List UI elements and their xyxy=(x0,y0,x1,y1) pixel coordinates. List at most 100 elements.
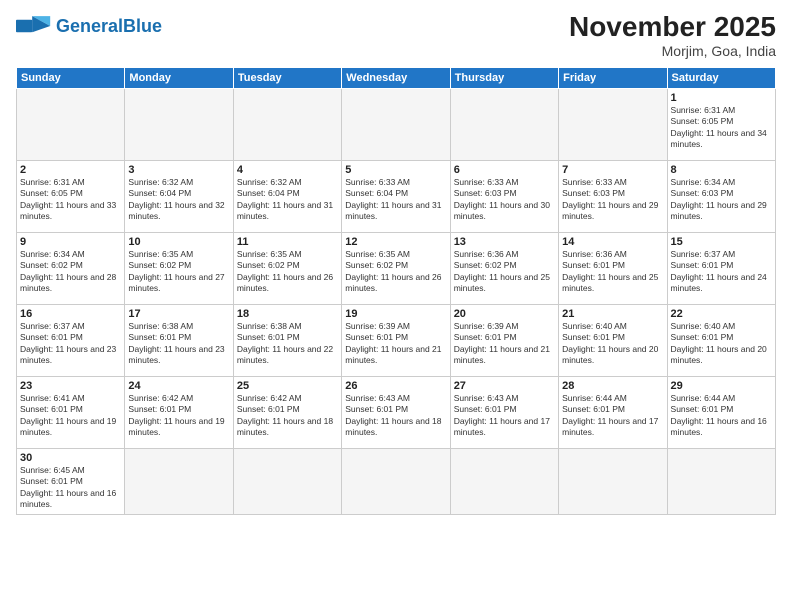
weekday-header-monday: Monday xyxy=(125,67,233,88)
day-number: 12 xyxy=(345,236,446,248)
day-cell: 23Sunrise: 6:41 AM Sunset: 6:01 PM Dayli… xyxy=(17,376,125,448)
day-cell: 9Sunrise: 6:34 AM Sunset: 6:02 PM Daylig… xyxy=(17,232,125,304)
week-row-3: 16Sunrise: 6:37 AM Sunset: 6:01 PM Dayli… xyxy=(17,304,776,376)
day-cell: 19Sunrise: 6:39 AM Sunset: 6:01 PM Dayli… xyxy=(342,304,450,376)
day-cell xyxy=(559,448,667,514)
day-cell: 8Sunrise: 6:34 AM Sunset: 6:03 PM Daylig… xyxy=(667,160,775,232)
day-info: Sunrise: 6:35 AM Sunset: 6:02 PM Dayligh… xyxy=(345,249,446,295)
weekday-header-thursday: Thursday xyxy=(450,67,558,88)
day-number: 2 xyxy=(20,164,121,176)
day-cell xyxy=(342,448,450,514)
day-info: Sunrise: 6:41 AM Sunset: 6:01 PM Dayligh… xyxy=(20,393,121,439)
day-cell: 25Sunrise: 6:42 AM Sunset: 6:01 PM Dayli… xyxy=(233,376,341,448)
day-cell xyxy=(233,448,341,514)
day-number: 3 xyxy=(128,164,229,176)
day-number: 28 xyxy=(562,380,663,392)
header: GeneralBlue November 2025 Morjim, Goa, I… xyxy=(16,12,776,59)
day-cell xyxy=(450,448,558,514)
day-cell: 1Sunrise: 6:31 AM Sunset: 6:05 PM Daylig… xyxy=(667,88,775,160)
day-info: Sunrise: 6:37 AM Sunset: 6:01 PM Dayligh… xyxy=(671,249,772,295)
page: GeneralBlue November 2025 Morjim, Goa, I… xyxy=(0,0,792,612)
day-number: 19 xyxy=(345,308,446,320)
day-info: Sunrise: 6:37 AM Sunset: 6:01 PM Dayligh… xyxy=(20,321,121,367)
day-info: Sunrise: 6:32 AM Sunset: 6:04 PM Dayligh… xyxy=(237,177,338,223)
day-cell xyxy=(342,88,450,160)
weekday-header-friday: Friday xyxy=(559,67,667,88)
day-cell xyxy=(17,88,125,160)
day-number: 16 xyxy=(20,308,121,320)
logo: GeneralBlue xyxy=(16,12,162,40)
day-info: Sunrise: 6:44 AM Sunset: 6:01 PM Dayligh… xyxy=(562,393,663,439)
day-number: 4 xyxy=(237,164,338,176)
day-info: Sunrise: 6:31 AM Sunset: 6:05 PM Dayligh… xyxy=(671,105,772,151)
day-cell: 26Sunrise: 6:43 AM Sunset: 6:01 PM Dayli… xyxy=(342,376,450,448)
day-info: Sunrise: 6:36 AM Sunset: 6:01 PM Dayligh… xyxy=(562,249,663,295)
weekday-header-row: SundayMondayTuesdayWednesdayThursdayFrid… xyxy=(17,67,776,88)
day-number: 5 xyxy=(345,164,446,176)
logo-blue: Blue xyxy=(123,16,162,36)
day-cell: 6Sunrise: 6:33 AM Sunset: 6:03 PM Daylig… xyxy=(450,160,558,232)
logo-icon xyxy=(16,12,52,40)
title-block: November 2025 Morjim, Goa, India xyxy=(569,12,776,59)
weekday-header-sunday: Sunday xyxy=(17,67,125,88)
day-number: 13 xyxy=(454,236,555,248)
day-info: Sunrise: 6:42 AM Sunset: 6:01 PM Dayligh… xyxy=(128,393,229,439)
day-number: 11 xyxy=(237,236,338,248)
day-cell: 7Sunrise: 6:33 AM Sunset: 6:03 PM Daylig… xyxy=(559,160,667,232)
day-number: 23 xyxy=(20,380,121,392)
day-cell: 5Sunrise: 6:33 AM Sunset: 6:04 PM Daylig… xyxy=(342,160,450,232)
day-info: Sunrise: 6:39 AM Sunset: 6:01 PM Dayligh… xyxy=(454,321,555,367)
week-row-1: 2Sunrise: 6:31 AM Sunset: 6:05 PM Daylig… xyxy=(17,160,776,232)
day-cell: 21Sunrise: 6:40 AM Sunset: 6:01 PM Dayli… xyxy=(559,304,667,376)
day-info: Sunrise: 6:43 AM Sunset: 6:01 PM Dayligh… xyxy=(345,393,446,439)
week-row-2: 9Sunrise: 6:34 AM Sunset: 6:02 PM Daylig… xyxy=(17,232,776,304)
day-cell: 29Sunrise: 6:44 AM Sunset: 6:01 PM Dayli… xyxy=(667,376,775,448)
day-number: 26 xyxy=(345,380,446,392)
day-cell xyxy=(559,88,667,160)
logo-text: GeneralBlue xyxy=(56,17,162,35)
day-info: Sunrise: 6:35 AM Sunset: 6:02 PM Dayligh… xyxy=(128,249,229,295)
month-title: November 2025 xyxy=(569,12,776,43)
day-cell: 11Sunrise: 6:35 AM Sunset: 6:02 PM Dayli… xyxy=(233,232,341,304)
day-info: Sunrise: 6:34 AM Sunset: 6:02 PM Dayligh… xyxy=(20,249,121,295)
day-cell: 10Sunrise: 6:35 AM Sunset: 6:02 PM Dayli… xyxy=(125,232,233,304)
subtitle: Morjim, Goa, India xyxy=(569,43,776,59)
day-cell: 18Sunrise: 6:38 AM Sunset: 6:01 PM Dayli… xyxy=(233,304,341,376)
day-cell xyxy=(125,448,233,514)
day-info: Sunrise: 6:43 AM Sunset: 6:01 PM Dayligh… xyxy=(454,393,555,439)
day-number: 8 xyxy=(671,164,772,176)
weekday-header-wednesday: Wednesday xyxy=(342,67,450,88)
day-cell xyxy=(450,88,558,160)
weekday-header-tuesday: Tuesday xyxy=(233,67,341,88)
day-cell: 17Sunrise: 6:38 AM Sunset: 6:01 PM Dayli… xyxy=(125,304,233,376)
day-info: Sunrise: 6:31 AM Sunset: 6:05 PM Dayligh… xyxy=(20,177,121,223)
day-info: Sunrise: 6:34 AM Sunset: 6:03 PM Dayligh… xyxy=(671,177,772,223)
day-info: Sunrise: 6:44 AM Sunset: 6:01 PM Dayligh… xyxy=(671,393,772,439)
day-number: 9 xyxy=(20,236,121,248)
day-cell: 28Sunrise: 6:44 AM Sunset: 6:01 PM Dayli… xyxy=(559,376,667,448)
day-cell xyxy=(233,88,341,160)
day-cell: 13Sunrise: 6:36 AM Sunset: 6:02 PM Dayli… xyxy=(450,232,558,304)
calendar: SundayMondayTuesdayWednesdayThursdayFrid… xyxy=(16,67,776,515)
week-row-4: 23Sunrise: 6:41 AM Sunset: 6:01 PM Dayli… xyxy=(17,376,776,448)
day-cell: 22Sunrise: 6:40 AM Sunset: 6:01 PM Dayli… xyxy=(667,304,775,376)
day-cell: 16Sunrise: 6:37 AM Sunset: 6:01 PM Dayli… xyxy=(17,304,125,376)
day-info: Sunrise: 6:40 AM Sunset: 6:01 PM Dayligh… xyxy=(671,321,772,367)
day-cell: 24Sunrise: 6:42 AM Sunset: 6:01 PM Dayli… xyxy=(125,376,233,448)
week-row-0: 1Sunrise: 6:31 AM Sunset: 6:05 PM Daylig… xyxy=(17,88,776,160)
day-number: 25 xyxy=(237,380,338,392)
day-number: 6 xyxy=(454,164,555,176)
day-number: 10 xyxy=(128,236,229,248)
day-cell: 14Sunrise: 6:36 AM Sunset: 6:01 PM Dayli… xyxy=(559,232,667,304)
day-cell xyxy=(667,448,775,514)
day-number: 27 xyxy=(454,380,555,392)
day-number: 17 xyxy=(128,308,229,320)
day-info: Sunrise: 6:36 AM Sunset: 6:02 PM Dayligh… xyxy=(454,249,555,295)
day-info: Sunrise: 6:38 AM Sunset: 6:01 PM Dayligh… xyxy=(128,321,229,367)
day-info: Sunrise: 6:35 AM Sunset: 6:02 PM Dayligh… xyxy=(237,249,338,295)
logo-general: General xyxy=(56,16,123,36)
day-info: Sunrise: 6:33 AM Sunset: 6:04 PM Dayligh… xyxy=(345,177,446,223)
day-number: 24 xyxy=(128,380,229,392)
day-number: 15 xyxy=(671,236,772,248)
day-info: Sunrise: 6:33 AM Sunset: 6:03 PM Dayligh… xyxy=(454,177,555,223)
